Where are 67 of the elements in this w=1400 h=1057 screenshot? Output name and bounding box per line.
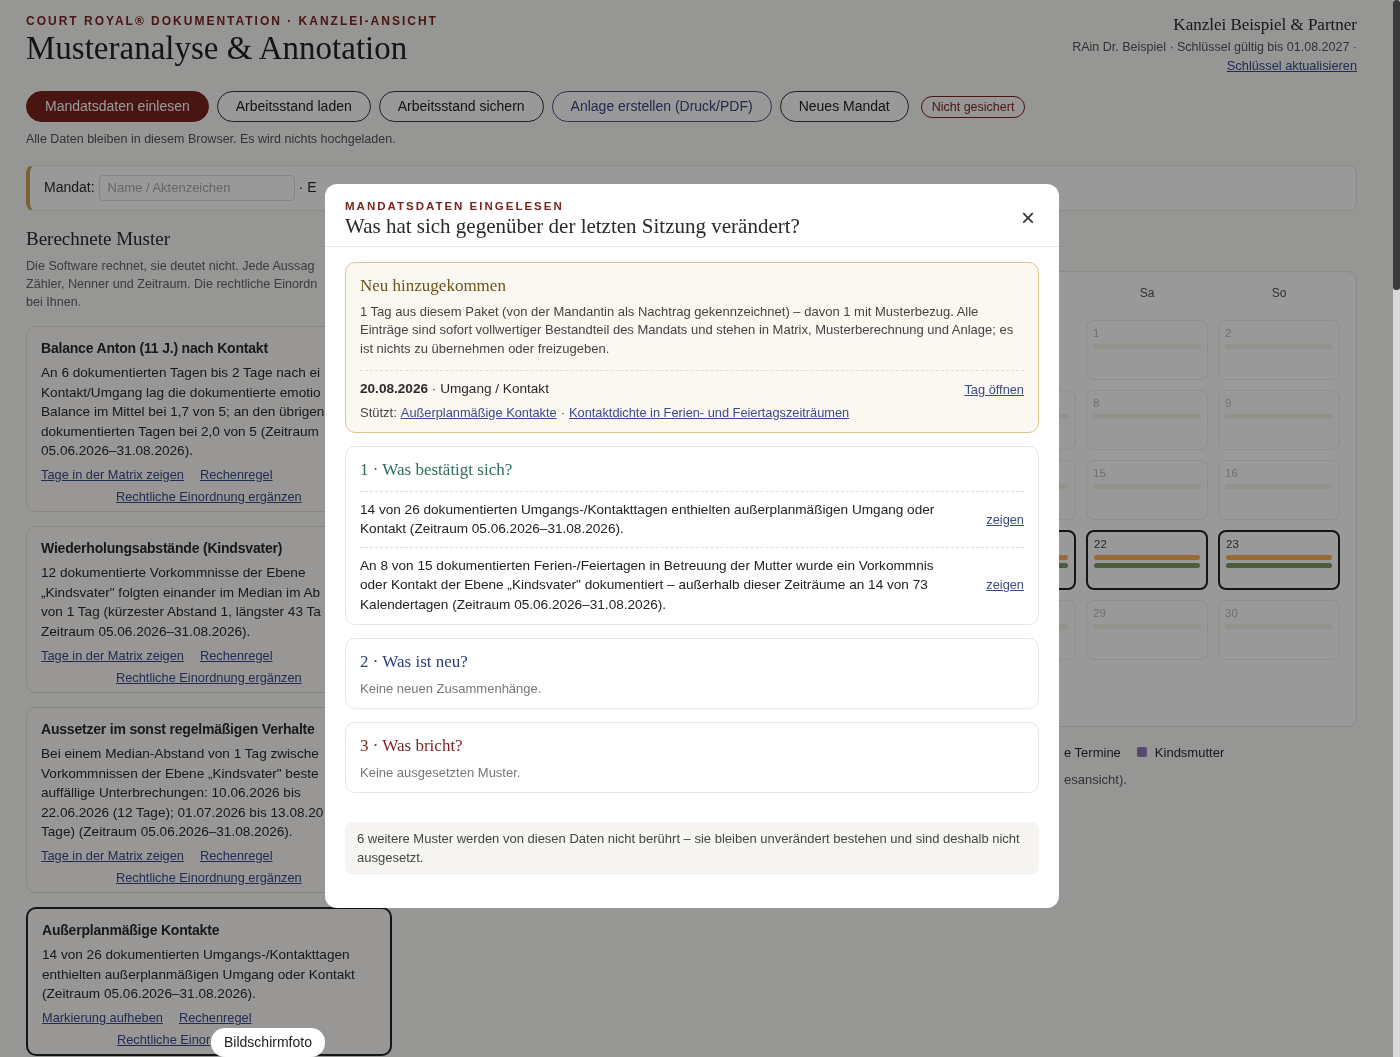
separator-dot: · <box>560 403 565 422</box>
toolbar-button[interactable]: Anlage erstellen (Druck/PDF) <box>551 91 772 123</box>
annotation-link[interactable]: Rechtliche Einordnung ergänzen <box>116 489 302 505</box>
toolbar-button[interactable]: Mandatsdaten einlesen <box>26 91 209 123</box>
section-heading: 1 · Was bestätigt sich? <box>360 459 514 482</box>
annotation-link[interactable]: Rechtliche Einor <box>117 1032 211 1048</box>
close-button[interactable]: × <box>1017 206 1039 230</box>
mandate-trailing-text: · E <box>298 178 317 198</box>
toolbar-button[interactable]: Neues Mandat <box>779 91 909 123</box>
pattern-link[interactable]: Rechenregel <box>200 846 273 866</box>
day-number: 22 <box>1094 537 1107 550</box>
page-title: Musteranalyse & Annotation <box>26 30 409 67</box>
empty-state-text: Keine neuen Zusammenhänge. <box>360 679 543 698</box>
privacy-note: Alle Daten bleiben in diesem Browser. Es wird nichts hochgeladen. <box>26 131 397 149</box>
pattern-link[interactable]: Tage in der Matrix zeigen <box>41 846 184 866</box>
legend-label: Kindsmutter <box>1154 743 1225 762</box>
update-key-link[interactable]: Schlüssel aktualisieren <box>1072 56 1357 76</box>
license-info: RAin Dr. Beispiel · Schlüssel gültig bis 01.08.2027 · <box>1072 39 1357 54</box>
dialog-title: Was hat sich gegenüber der letzten Sitzung verändert? <box>345 215 800 239</box>
pattern-title: Wiederholungsabstände (Kindsvater) <box>41 539 283 559</box>
section-heading: 2 · Was ist neu? <box>360 651 469 674</box>
supported-pattern-link[interactable]: Außerplanmäßige Kontakte <box>400 403 557 423</box>
annotation-link[interactable]: Rechtliche Einordnung ergänzen <box>116 870 302 886</box>
pattern-title: Außerplanmäßige Kontakte <box>42 921 220 941</box>
day-number: 23 <box>1226 537 1239 550</box>
pattern-card[interactable] <box>26 907 392 1057</box>
pattern-link[interactable]: Rechenregel <box>178 1008 252 1028</box>
supported-pattern-link[interactable]: Kontaktdichte in Ferien- und Feiertagszeiträumen <box>569 403 850 423</box>
empty-state-text: Keine ausgesetzten Muster. <box>360 763 522 782</box>
app-kicker: COURT ROYAL® DOKUMENTATION · KANZLEI-ANSICHT <box>26 13 438 30</box>
finding-text: 14 von 26 dokumentierten Umgangs-/Kontakttagen enthielten außerplanmäßigen Umgang oder Kontakt (Zeitraum 05.06.2026–31.08.2026). <box>360 500 936 539</box>
legend-label: e Termine <box>1064 743 1121 762</box>
supports-label: Stützt: <box>360 403 397 422</box>
toolbar-button[interactable]: Arbeitsstand sichern <box>378 91 544 123</box>
section-heading: 3 · Was bricht? <box>360 735 464 758</box>
section-title: Berechnete Muster <box>26 226 171 251</box>
annotation-link[interactable]: Rechtliche Einordnung ergänzen <box>116 670 302 686</box>
pattern-text: An 6 dokumentierten Tagen bis 2 Tage nach ei Kontakt/Umgang lag die dokumentierte emotio Balance im Mittel bei 1,7 von 5; an den übrigen dokumentierten Tagen bei 2,0 von 5 (Zeitraum 05.06.2026–31.08.2026). <box>41 364 325 461</box>
pattern-link[interactable]: Rechenregel <box>200 645 273 666</box>
toolbar-button[interactable]: Arbeitsstand laden <box>216 91 371 123</box>
pattern-title: Balance Anton (11 J.) nach Kontakt <box>41 339 268 359</box>
weekday-label: Sa <box>1138 284 1156 302</box>
pattern-text: Bei einem Median-Abstand von 1 Tag zwische Vorkommnissen der Ebene „Kindsvater" beste auffällige Unterbrechungen: 10.06.2026 bis 22.06.2026 (12 Tage); 01.07.2026 bis 13.08.20 Tage) (Zeitraum 05.06.2026–31.08.2026). <box>41 745 324 842</box>
firm-name: Kanzlei Beispiel & Partner <box>1172 14 1357 36</box>
added-title: Neu hinzugekommen <box>360 275 507 298</box>
dialog-footer-note: 6 weitere Muster werden von diesen Daten nicht berührt – sie bleiben unverändert bestehen und sind deshalb nicht ausgesetzt. <box>345 822 1039 876</box>
mandate-label: Mandat: <box>44 178 95 198</box>
weekday-label: So <box>1270 284 1288 302</box>
calendar-day[interactable]: 22 <box>1086 529 1208 590</box>
pattern-title: Aussetzer im sonst regelmäßigen Verhalte <box>41 720 315 740</box>
show-link[interactable]: zeigen <box>986 509 1024 529</box>
pattern-link[interactable]: Markierung aufheben <box>42 1008 163 1028</box>
calendar-day[interactable]: 23 <box>1218 529 1340 590</box>
calendar-note: esansicht). <box>1064 772 1127 788</box>
screenshot-tooltip: Bildschirmfoto <box>211 1028 325 1057</box>
pattern-text: 14 von 26 dokumentierten Umgangs-/Kontakttagen enthielten außerplanmäßigen Umgang oder Kontakt (Zeitraum 05.06.2026–31.08.2026). <box>42 946 355 1004</box>
entry-summary: 20.08.2026 · Umgang / Kontakt <box>360 380 549 399</box>
dialog-kicker: MANDATSDATEN EINGELESEN <box>345 199 565 214</box>
added-text: 1 Tag aus diesem Paket (von der Mandantin als Nachtrag gekennzeichnet) – davon 1 mit Musterbezug. Alle Einträge sind sofort vollwertiger Bestandteil des Mandats und stehen in Matrix, Musterberechnung und Anlage; es ist nichts zu übernehmen oder freizugeben. <box>360 302 1015 358</box>
intro-text: Die Software rechnet, sie deutet nicht. Jede Aussag Zähler, Nenner und Zeitraum. Die rechtliche Einordn bei Ihnen. <box>26 258 318 312</box>
show-link[interactable]: zeigen <box>986 575 1024 595</box>
pattern-link[interactable]: Tage in der Matrix zeigen <box>41 645 184 666</box>
open-day-link[interactable]: Tag öffnen <box>964 379 1024 400</box>
pattern-text: 12 dokumentierte Vorkommnisse der Ebene „Kindsvater" folgten einander im Median im Ab von 1 Tag (kürzester Abstand 1, längster 43 Ta Zeitraum 05.06.2026–31.08.2026). <box>41 564 321 641</box>
finding-text: An 8 von 15 dokumentierten Ferien-/Feiertagen in Betreuung der Mutter wurde ein Vorkommnis oder Kontakt der Ebene „Kindsvater" dokumentiert – außerhalb dieser Zeiträume an 14 von 73 Kalendertagen (Zeitraum 05.06.2026–31.08.2026). <box>360 556 935 614</box>
pattern-link[interactable]: Tage in der Matrix zeigen <box>41 465 184 485</box>
pattern-link[interactable]: Rechenregel <box>200 465 273 485</box>
